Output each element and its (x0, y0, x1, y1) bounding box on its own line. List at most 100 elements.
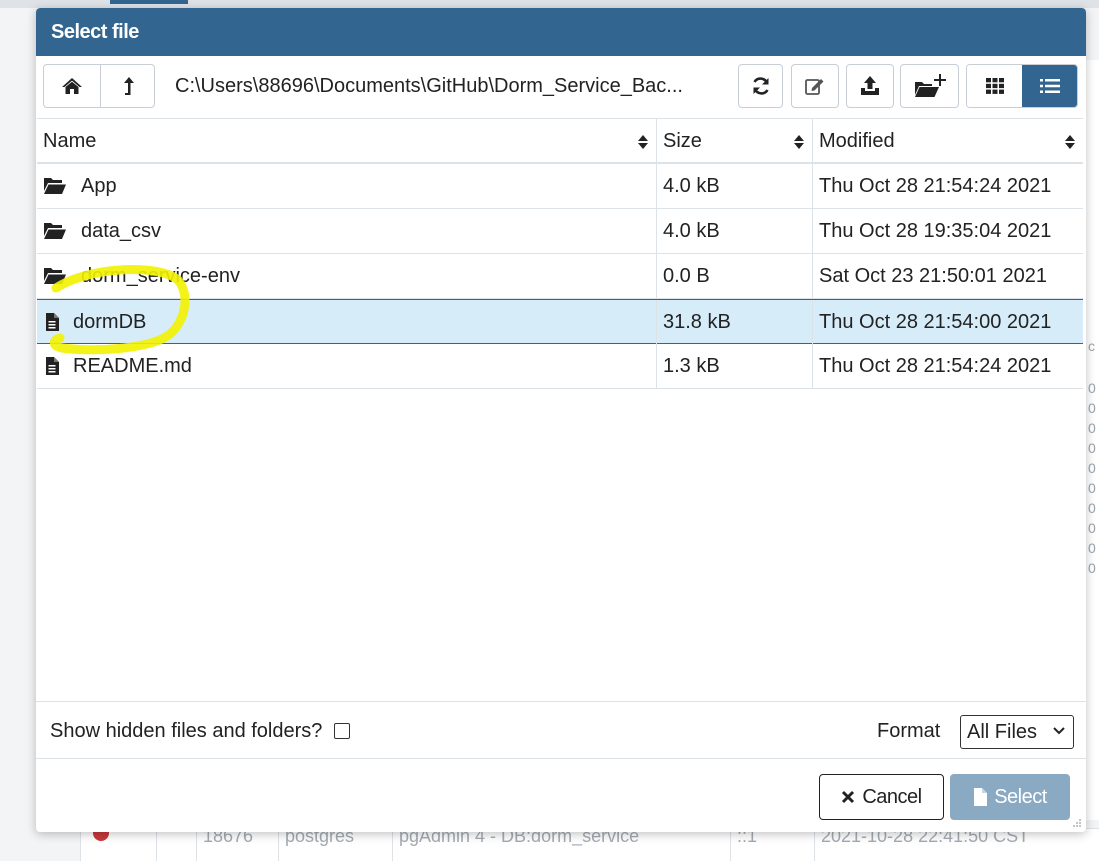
background-tab-bar (0, 0, 1099, 8)
background-text: 0 (1088, 540, 1096, 556)
dialog-title: Select file (51, 20, 139, 43)
sort-icon (1065, 135, 1075, 149)
table-header: Name Size Modified (37, 118, 1083, 164)
folder-open-icon (44, 268, 66, 284)
level-up-icon (124, 77, 134, 95)
resize-handle-icon[interactable] (1072, 818, 1082, 828)
modified-cell: Sat Oct 23 21:50:01 2021 (819, 265, 1047, 287)
parent-folder-button[interactable] (101, 65, 157, 107)
background-text: 0 (1088, 440, 1096, 456)
background-text: 0 (1088, 420, 1096, 436)
file-name: data_csv (81, 220, 162, 242)
background-text: c (1088, 338, 1095, 354)
select-file-dialog: Select file C:\Users\88696\Documents\Git… (36, 8, 1086, 832)
file-name: App (81, 175, 117, 197)
background-cell: ::1 (731, 829, 815, 861)
modified-cell: Thu Oct 28 21:54:24 2021 (819, 175, 1052, 197)
grid-view-icon (985, 78, 1004, 94)
name-cell: README.md (37, 344, 657, 388)
file-name: dormDB (73, 311, 147, 333)
list-view-icon (1039, 79, 1060, 93)
upload-button[interactable] (846, 64, 894, 108)
background-text: 0 (1088, 520, 1096, 536)
file-toolbar: C:\Users\88696\Documents\GitHub\Dorm_Ser… (43, 64, 1079, 114)
sort-icon (794, 135, 804, 149)
size-cell: 1.3 kB (657, 344, 813, 388)
background-text: 0 (1088, 560, 1096, 576)
dialog-header: Select file (36, 8, 1086, 56)
background-cell: 18676 (197, 829, 279, 861)
cancel-label: Cancel (862, 785, 922, 808)
refresh-button[interactable] (738, 64, 783, 108)
edit-icon (805, 79, 824, 95)
file-icon (46, 313, 59, 331)
list-view-button[interactable] (1022, 65, 1077, 107)
table-row[interactable]: App 4.0 kB Thu Oct 28 21:54:24 2021 (37, 164, 1083, 209)
name-cell: App (37, 164, 657, 208)
format-select[interactable]: All Files (960, 715, 1074, 749)
refresh-icon (752, 77, 769, 95)
background-text: 0 (1088, 500, 1096, 516)
home-up-button-group (43, 64, 155, 108)
column-header-label: Size (663, 130, 702, 152)
table-row[interactable]: data_csv 4.0 kB Thu Oct 28 19:35:04 2021 (37, 209, 1083, 254)
table-row-selected[interactable]: dormDB 31.8 kB Thu Oct 28 21:54:00 2021 (37, 299, 1083, 344)
name-cell: dorm_service-env (37, 254, 657, 298)
background-cell (121, 829, 157, 861)
folder-open-icon (44, 178, 66, 194)
folder-plus-icon (914, 74, 946, 97)
background-text: 0 (1088, 460, 1096, 476)
column-header-size[interactable]: Size (657, 119, 813, 163)
column-header-label: Modified (819, 130, 895, 152)
name-cell: data_csv (37, 209, 657, 253)
show-hidden-label: Show hidden files and folders? (50, 720, 323, 742)
name-cell: dormDB (37, 300, 657, 344)
column-header-name[interactable]: Name (37, 119, 657, 163)
modified-cell: Thu Oct 28 21:54:00 2021 (819, 311, 1052, 333)
new-folder-button[interactable] (900, 64, 959, 108)
show-hidden-checkbox[interactable] (334, 723, 350, 739)
select-button[interactable]: Select (950, 774, 1070, 820)
folder-open-icon (44, 223, 66, 239)
background-cell: pgAdmin 4 - DB:dorm_service (393, 829, 731, 861)
background-cell: postgres (279, 829, 393, 861)
view-toggle-group (966, 64, 1078, 108)
background-table-row: 18676 postgres pgAdmin 4 - DB:dorm_servi… (80, 828, 1099, 861)
size-cell: 4.0 kB (657, 209, 813, 253)
size-cell: 0.0 B (657, 254, 813, 298)
home-button[interactable] (44, 65, 100, 107)
format-value: All Files (967, 721, 1038, 743)
cancel-button[interactable]: Cancel (819, 774, 944, 820)
close-icon (842, 790, 855, 804)
dialog-options-bar: Show hidden files and folders? Format Al… (36, 701, 1086, 759)
grid-view-button[interactable] (967, 65, 1022, 107)
file-icon (46, 357, 59, 375)
background-text: 0 (1088, 480, 1096, 496)
select-label: Select (994, 785, 1047, 808)
background-cell: 2021-10-28 22:41:50 CST (815, 829, 1099, 861)
file-name: README.md (73, 355, 192, 377)
file-name: dorm_service-env (81, 265, 240, 287)
sort-icon (638, 135, 648, 149)
background-text: 0 (1088, 400, 1096, 416)
format-label: Format (877, 720, 941, 742)
table-row[interactable]: dorm_service-env 0.0 B Sat Oct 23 21:50:… (37, 254, 1083, 299)
rename-button[interactable] (791, 64, 839, 108)
modified-cell: Thu Oct 28 21:54:24 2021 (819, 355, 1052, 377)
background-text: 0 (1088, 380, 1096, 396)
active-tab-indicator (110, 0, 188, 4)
current-path: C:\Users\88696\Documents\GitHub\Dorm_Ser… (175, 75, 683, 97)
home-icon (62, 78, 82, 94)
background-right-panel: c 0 0 0 0 0 0 0 0 0 0 (1085, 60, 1099, 820)
modified-cell: Thu Oct 28 19:35:04 2021 (819, 220, 1052, 242)
column-header-modified[interactable]: Modified (813, 119, 1083, 163)
file-list-table: Name Size Modified App 4.0 kB Thu Oct 28… (37, 118, 1083, 389)
upload-icon (861, 76, 879, 95)
file-icon (974, 788, 988, 806)
size-cell: 4.0 kB (657, 164, 813, 208)
size-cell: 31.8 kB (657, 300, 813, 344)
column-header-label: Name (43, 130, 97, 152)
chevron-down-icon (1053, 727, 1065, 735)
background-cell (157, 829, 197, 861)
table-row[interactable]: README.md 1.3 kB Thu Oct 28 21:54:24 202… (37, 344, 1083, 389)
